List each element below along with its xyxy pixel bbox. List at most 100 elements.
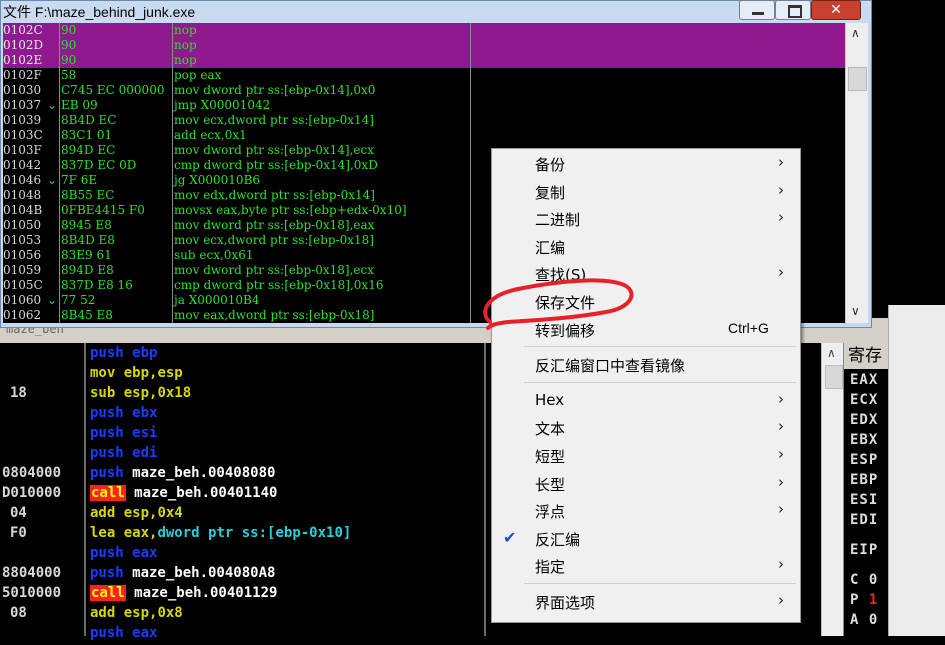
disasm-row[interactable]: 0103C 83C1 01 add ecx,0x1: [3, 128, 845, 143]
code-token: eax,: [115, 525, 158, 541]
code-line[interactable]: call maze_beh.00401140: [90, 485, 277, 505]
menu-separator: [524, 346, 796, 348]
submenu-arrow-icon: ›: [778, 555, 784, 574]
scroll-thumb[interactable]: [825, 365, 843, 389]
row-instruction: jmp X00001042: [174, 98, 271, 112]
code-line[interactable]: push esi: [90, 425, 157, 445]
menu-item[interactable]: 短型 ›: [492, 442, 800, 469]
title-bar[interactable]: 文件 F:\maze_behind_junk.exe ✕: [1, 0, 871, 23]
close-button[interactable]: ✕: [811, 0, 861, 20]
code-line[interactable]: call maze_beh.00401129: [90, 585, 277, 605]
code-token: add: [90, 505, 116, 521]
cpu-vertical-scrollbar[interactable]: ∧: [821, 343, 844, 636]
flag-row[interactable]: A 0: [850, 612, 878, 628]
menu-item[interactable]: 反汇编窗口中查看镜像: [492, 351, 800, 378]
code-token: 0x8: [157, 605, 183, 621]
register-name[interactable]: ESP: [850, 452, 878, 468]
menu-item[interactable]: ✔ 反汇编: [492, 525, 800, 552]
row-instruction: cmp dword ptr ss:[ebp-0x14],0xD: [174, 158, 378, 172]
code-token: edi: [123, 445, 158, 461]
disassembly-vertical-scrollbar[interactable]: ∧ ∨: [845, 23, 868, 323]
register-name[interactable]: EDX: [850, 412, 878, 428]
register-name[interactable]: EBP: [850, 472, 878, 488]
scroll-down-icon[interactable]: ∨: [851, 304, 860, 318]
menu-item[interactable]: 文本 ›: [492, 414, 800, 441]
menu-item[interactable]: 复制 ›: [492, 178, 800, 205]
row-address: 0103C: [3, 128, 43, 142]
menu-item[interactable]: 汇编: [492, 233, 800, 260]
flag-row[interactable]: C 0: [850, 572, 878, 588]
menu-item[interactable]: 浮点 ›: [492, 497, 800, 524]
code-line[interactable]: push eax: [90, 625, 157, 645]
code-line[interactable]: lea eax,dword ptr ss:[ebp-0x10]: [90, 525, 351, 545]
scroll-up-icon[interactable]: ∧: [851, 26, 860, 40]
row-instruction: nop: [174, 23, 197, 37]
disasm-row[interactable]: 0102E 90 nop: [3, 53, 845, 68]
row-hex-bytes: 90: [61, 53, 77, 67]
code-line[interactable]: sub esp,0x18: [90, 385, 191, 405]
row-instruction: nop: [174, 38, 197, 52]
code-token: maze_beh.00401140: [125, 485, 278, 501]
code-line[interactable]: push edi: [90, 445, 157, 465]
disasm-row[interactable]: 01030 C745 EC 000000 mov dword ptr ss:[ebp…: [3, 83, 845, 98]
call-keyword: call: [90, 485, 126, 501]
code-line[interactable]: add esp,0x8: [90, 605, 183, 625]
code-line[interactable]: push ebp: [90, 345, 157, 365]
disasm-row[interactable]: 0102F 58 pop eax: [3, 68, 845, 83]
hex-column-value: 08: [10, 605, 27, 621]
maximize-button[interactable]: [775, 0, 811, 20]
register-name[interactable]: EIP: [850, 542, 878, 558]
row-hex-bytes: 8B55 EC: [61, 188, 115, 202]
register-name[interactable]: ESI: [850, 492, 878, 508]
disasm-row[interactable]: 01037 ⌄ EB 09 jmp X00001042: [3, 98, 845, 113]
menu-item[interactable]: 备份 ›: [492, 150, 800, 177]
register-name[interactable]: EAX: [850, 372, 878, 388]
submenu-arrow-icon: ›: [778, 472, 784, 491]
code-token: ebp: [123, 345, 158, 361]
row-instruction: add ecx,0x1: [174, 128, 247, 142]
code-line[interactable]: push ebx: [90, 405, 157, 425]
minimize-button[interactable]: [739, 0, 775, 20]
menu-item-shortcut: Ctrl+G: [728, 319, 769, 336]
menu-item[interactable]: 指定 ›: [492, 552, 800, 579]
register-name[interactable]: EBX: [850, 432, 878, 448]
code-token: maze_beh.00408080: [123, 465, 276, 481]
submenu-arrow-icon: ›: [778, 263, 784, 282]
row-instruction: sub ecx,0x61: [174, 248, 254, 262]
row-instruction: mov eax,dword ptr ss:[ebp-0x18]: [174, 308, 375, 322]
row-hex-bytes: 77 52: [61, 293, 96, 307]
row-address: 0105C: [3, 278, 43, 292]
flag-name: A: [850, 612, 860, 628]
disasm-row[interactable]: 01039 8B4D EC mov ecx,dword ptr ss:[ebp-0x…: [3, 113, 845, 128]
code-token: lea: [90, 525, 116, 541]
registers-header: 寄存: [844, 343, 889, 369]
row-hex-bytes: 8B45 E8: [61, 308, 113, 322]
register-name[interactable]: EDI: [850, 512, 878, 528]
disasm-row[interactable]: 0102C 90 nop: [3, 23, 845, 38]
code-token: sub: [90, 385, 116, 401]
code-line[interactable]: push maze_beh.004080A8: [90, 565, 275, 585]
code-line[interactable]: mov ebp,esp: [90, 365, 183, 385]
window-title: 文件 F:\maze_behind_junk.exe: [3, 4, 196, 20]
row-hex-bytes: EB 09: [61, 98, 98, 112]
scroll-thumb[interactable]: [848, 67, 867, 91]
menu-item[interactable]: Hex ›: [492, 387, 800, 414]
menu-item-label: 界面选项: [535, 594, 596, 612]
menu-item[interactable]: 长型 ›: [492, 470, 800, 497]
code-token: mov: [90, 365, 116, 381]
flag-row[interactable]: P 1: [850, 592, 878, 608]
hex-column-value: 0804000: [2, 465, 62, 481]
disasm-row[interactable]: 0102D 90 nop: [3, 38, 845, 53]
code-line[interactable]: push maze_beh.00408080: [90, 465, 275, 485]
code-line[interactable]: add esp,0x4: [90, 505, 183, 525]
submenu-arrow-icon: ›: [778, 500, 784, 519]
jump-arrow-icon: ⌄: [47, 293, 58, 307]
scroll-up-icon[interactable]: ∧: [827, 346, 836, 360]
menu-item[interactable]: 界面选项 ›: [492, 588, 800, 615]
code-token: esp,: [115, 605, 158, 621]
register-name[interactable]: ECX: [850, 392, 878, 408]
menu-item[interactable]: 二进制 ›: [492, 205, 800, 232]
code-line[interactable]: push eax: [90, 545, 157, 565]
code-token: push: [90, 345, 124, 361]
row-address: 01046: [3, 173, 42, 187]
